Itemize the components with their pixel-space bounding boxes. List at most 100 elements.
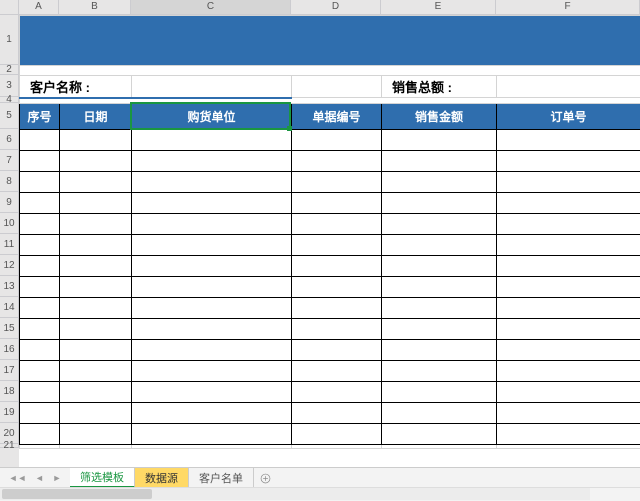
- row-header-11[interactable]: 11: [0, 234, 19, 255]
- cell[interactable]: [292, 193, 382, 214]
- col-header-A[interactable]: A: [19, 0, 59, 15]
- cell[interactable]: [382, 151, 497, 172]
- new-sheet-button[interactable]: [254, 468, 276, 488]
- cell[interactable]: [132, 193, 292, 214]
- cell[interactable]: [497, 172, 640, 193]
- cell[interactable]: [497, 214, 640, 235]
- cell[interactable]: [20, 361, 60, 382]
- cell[interactable]: [20, 424, 60, 445]
- table-header-4[interactable]: 销售金额: [382, 104, 497, 130]
- cell[interactable]: [382, 382, 497, 403]
- cell[interactable]: [382, 424, 497, 445]
- cell[interactable]: [20, 214, 60, 235]
- cell[interactable]: [20, 319, 60, 340]
- cell[interactable]: [382, 340, 497, 361]
- table-header-5[interactable]: 订单号: [497, 104, 640, 130]
- cell[interactable]: [132, 382, 292, 403]
- cell[interactable]: [132, 277, 292, 298]
- cell[interactable]: [132, 424, 292, 445]
- cell[interactable]: [132, 256, 292, 277]
- cell[interactable]: [292, 340, 382, 361]
- cell[interactable]: [132, 172, 292, 193]
- cell[interactable]: [497, 382, 640, 403]
- cell[interactable]: [382, 298, 497, 319]
- cell[interactable]: [382, 256, 497, 277]
- grid-area[interactable]: 客户名称 : 销售总额 : 序号日期购货单位单据编号销售金额订单号: [19, 15, 640, 468]
- cell[interactable]: [497, 235, 640, 256]
- cell[interactable]: [20, 256, 60, 277]
- cell[interactable]: [382, 277, 497, 298]
- cell[interactable]: [382, 172, 497, 193]
- cell[interactable]: [382, 193, 497, 214]
- cell[interactable]: [60, 151, 132, 172]
- cell[interactable]: [60, 235, 132, 256]
- cell[interactable]: [60, 277, 132, 298]
- cell[interactable]: [292, 130, 382, 151]
- cell[interactable]: [497, 403, 640, 424]
- cell[interactable]: [497, 361, 640, 382]
- table-header-0[interactable]: 序号: [20, 104, 60, 130]
- cell[interactable]: [132, 319, 292, 340]
- scrollbar-thumb[interactable]: [2, 489, 152, 499]
- cell[interactable]: [60, 340, 132, 361]
- row-header-21[interactable]: 21: [0, 444, 19, 448]
- cell[interactable]: [382, 130, 497, 151]
- row-header-8[interactable]: 8: [0, 171, 19, 192]
- col-header-F[interactable]: F: [496, 0, 640, 15]
- tab-nav-first-icon[interactable]: ◄◄: [9, 473, 27, 483]
- row-header-19[interactable]: 19: [0, 402, 19, 423]
- cell[interactable]: [497, 151, 640, 172]
- cell[interactable]: [20, 382, 60, 403]
- cell[interactable]: [60, 361, 132, 382]
- cell[interactable]: [60, 172, 132, 193]
- cell[interactable]: [132, 151, 292, 172]
- table-header-1[interactable]: 日期: [60, 104, 132, 130]
- cell[interactable]: [497, 277, 640, 298]
- row-header-7[interactable]: 7: [0, 150, 19, 171]
- cell[interactable]: [60, 424, 132, 445]
- tab-nav-buttons[interactable]: ◄◄ ◄ ►: [0, 468, 70, 488]
- col-header-B[interactable]: B: [59, 0, 131, 15]
- cell[interactable]: [292, 403, 382, 424]
- cell[interactable]: [60, 382, 132, 403]
- cell[interactable]: [60, 193, 132, 214]
- sheet-tab-0[interactable]: 筛选模板: [70, 468, 135, 488]
- cell[interactable]: [497, 340, 640, 361]
- cell[interactable]: [292, 256, 382, 277]
- col-header-C[interactable]: C: [131, 0, 291, 15]
- cell[interactable]: [382, 361, 497, 382]
- cell[interactable]: [132, 403, 292, 424]
- tab-nav-prev-icon[interactable]: ◄: [35, 473, 44, 483]
- row-header-6[interactable]: 6: [0, 129, 19, 150]
- cell[interactable]: [292, 298, 382, 319]
- col-header-E[interactable]: E: [381, 0, 496, 15]
- cell[interactable]: [20, 235, 60, 256]
- cell[interactable]: [20, 130, 60, 151]
- row-header-10[interactable]: 10: [0, 213, 19, 234]
- cell[interactable]: [60, 403, 132, 424]
- sheet-tab-1[interactable]: 数据源: [135, 468, 189, 488]
- sheet-tab-2[interactable]: 客户名单: [189, 468, 254, 488]
- col-header-D[interactable]: D: [291, 0, 381, 15]
- cell[interactable]: [292, 172, 382, 193]
- cell[interactable]: [292, 424, 382, 445]
- cell[interactable]: [292, 151, 382, 172]
- select-all-corner[interactable]: [0, 0, 19, 15]
- table-header-3[interactable]: 单据编号: [292, 104, 382, 130]
- cell[interactable]: [382, 214, 497, 235]
- cell[interactable]: [60, 214, 132, 235]
- cell[interactable]: [382, 319, 497, 340]
- cell[interactable]: [132, 214, 292, 235]
- row-header-9[interactable]: 9: [0, 192, 19, 213]
- cell[interactable]: [60, 298, 132, 319]
- cell[interactable]: [60, 319, 132, 340]
- cell[interactable]: [132, 130, 292, 151]
- cell[interactable]: [60, 256, 132, 277]
- horizontal-scrollbar[interactable]: [0, 488, 590, 500]
- cell[interactable]: [497, 424, 640, 445]
- row-header-14[interactable]: 14: [0, 297, 19, 318]
- row-header-18[interactable]: 18: [0, 381, 19, 402]
- cell[interactable]: [20, 277, 60, 298]
- cell[interactable]: [20, 151, 60, 172]
- cell[interactable]: [292, 277, 382, 298]
